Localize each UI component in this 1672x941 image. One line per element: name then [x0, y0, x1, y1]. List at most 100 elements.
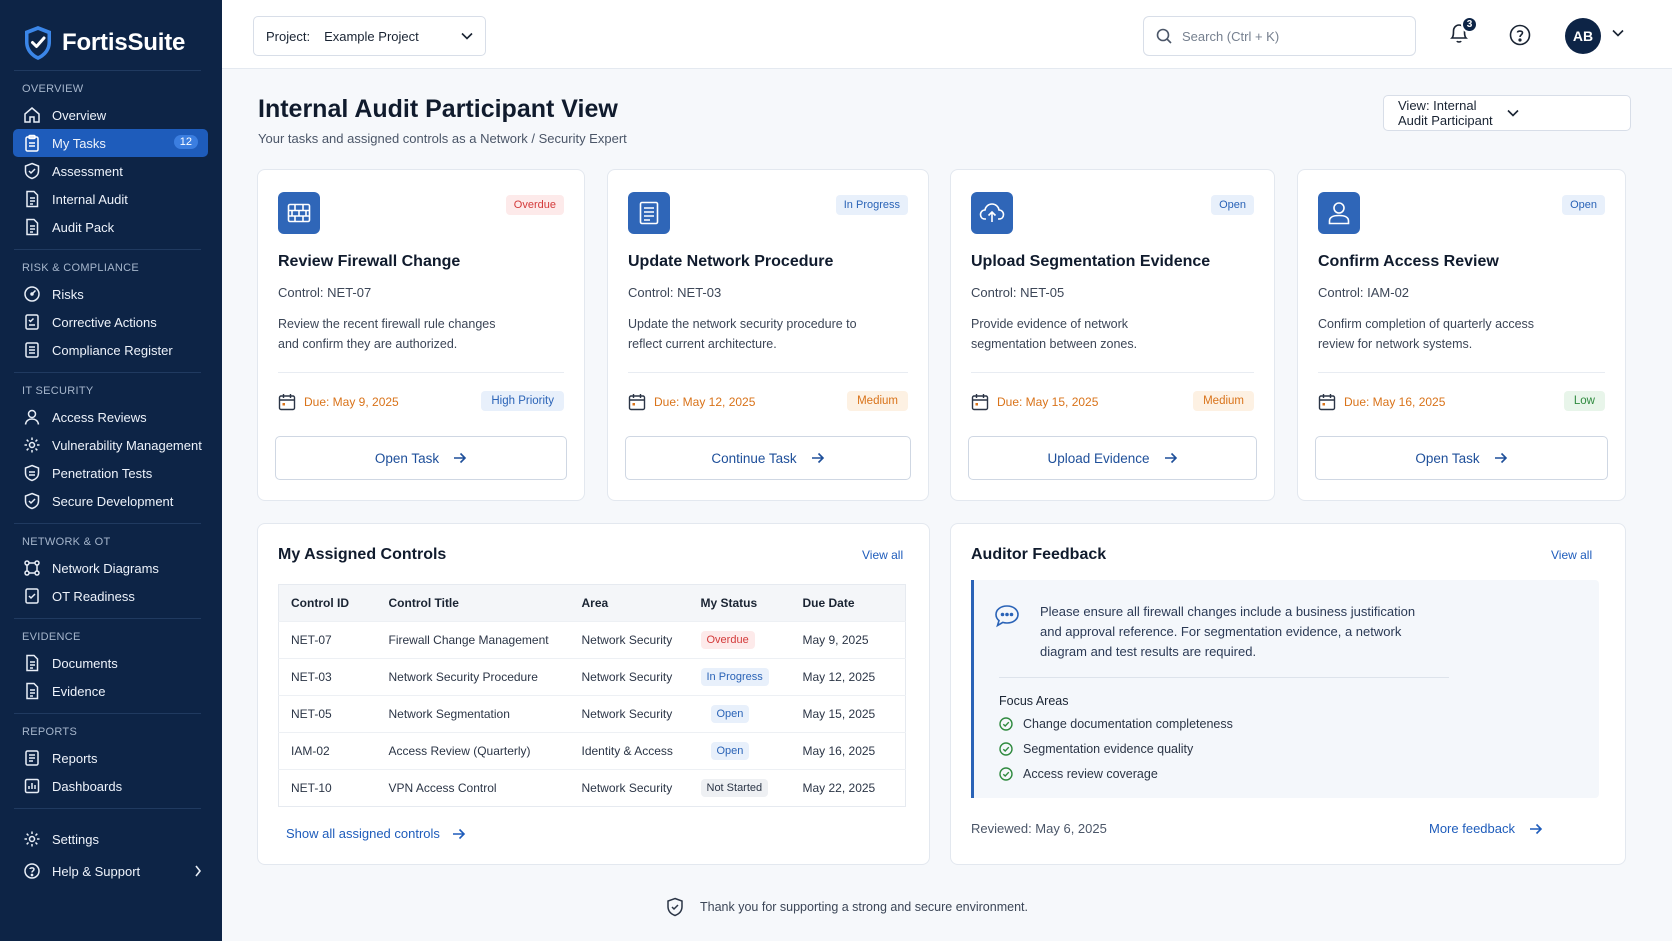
table-row[interactable]: NET-05 Network Segmentation Network Secu… [278, 695, 906, 733]
column-header[interactable]: My Status [692, 584, 791, 622]
sidebar-item-label: Secure Development [52, 493, 174, 509]
task-title: Review Firewall Change [278, 253, 461, 270]
arrow-right-icon [1494, 452, 1508, 464]
home-icon [22, 105, 42, 125]
task-control: Control: NET-07 [278, 285, 372, 300]
view-all-link[interactable]: View all [1551, 548, 1592, 562]
sidebar-item-compliance-register[interactable]: Compliance Register [0, 336, 208, 364]
sidebar-item-access-reviews[interactable]: Access Reviews [0, 403, 208, 431]
controls-table: Control ID Control Title Area My Status … [278, 584, 906, 807]
gauge-icon [22, 284, 42, 304]
continue-task-button[interactable]: Continue Task [625, 436, 911, 480]
sidebar-item-network-diagrams[interactable]: Network Diagrams [0, 554, 208, 582]
due-date: May 15, 2025 [790, 695, 906, 733]
sidebar-item-label: My Tasks [52, 135, 106, 151]
priority-badge: Medium [1193, 391, 1254, 411]
sidebar-item-internal-audit[interactable]: Internal Audit [0, 185, 208, 213]
sidebar-item-my-tasks[interactable]: My Tasks 12 [13, 129, 208, 157]
focus-item-label: Access review coverage [1023, 767, 1158, 781]
sidebar-item-overview[interactable]: Overview [0, 101, 208, 129]
page-title: Internal Audit Participant View [258, 95, 618, 123]
chat-bubble-icon [994, 604, 1020, 628]
dashboard-icon [22, 776, 42, 796]
task-description: Confirm completion of quarterly access r… [1318, 317, 1535, 351]
table-row[interactable]: NET-10 VPN Access Control Network Securi… [278, 769, 906, 807]
due-date: May 22, 2025 [790, 769, 906, 807]
sidebar-item-documents[interactable]: Documents [0, 649, 208, 677]
due-date-text: Due: May 12, 2025 [654, 395, 756, 409]
control-area: Network Security [569, 769, 693, 807]
sidebar-item-risks[interactable]: Risks [0, 280, 208, 308]
search-icon [1156, 28, 1172, 44]
sidebar-item-label: Reports [52, 750, 98, 766]
view-all-link[interactable]: View all [862, 548, 903, 562]
due-date: May 16, 2025 [790, 732, 906, 770]
document-icon [22, 189, 42, 209]
project-selector[interactable]: Project: Example Project [253, 16, 486, 56]
section-risk: RISK & COMPLIANCE [22, 262, 139, 274]
control-id: NET-03 [278, 658, 377, 696]
help-circle-icon[interactable] [1509, 24, 1531, 46]
column-header[interactable]: Due Date [790, 584, 906, 622]
link-label: More feedback [1429, 821, 1515, 836]
divider [628, 372, 908, 373]
more-feedback-link[interactable]: More feedback [1429, 821, 1543, 836]
search-input[interactable] [1182, 28, 1382, 44]
logo[interactable]: FortisSuite [0, 0, 222, 70]
sidebar-item-corrective-actions[interactable]: Corrective Actions [0, 308, 208, 336]
status-badge: Open [1211, 195, 1254, 215]
open-task-button[interactable]: Open Task [1315, 436, 1608, 480]
control-area: Network Security [569, 695, 693, 733]
control-id: IAM-02 [278, 732, 377, 770]
help-circle-icon [22, 861, 42, 881]
table-row[interactable]: NET-03 Network Security Procedure Networ… [278, 658, 906, 696]
button-label: Continue Task [711, 450, 797, 466]
status-cell: In Progress [692, 658, 791, 696]
project-label: Project: [266, 28, 311, 44]
search-box[interactable] [1143, 16, 1416, 56]
calendar-icon [971, 393, 989, 411]
chevron-down-icon[interactable] [1612, 29, 1624, 37]
divider [999, 677, 1449, 678]
sidebar-item-evidence[interactable]: Evidence [0, 677, 208, 705]
section-network-ot: NETWORK & OT [22, 536, 111, 548]
register-icon [22, 340, 42, 360]
sidebar-item-label: OT Readiness [52, 588, 135, 604]
upload-evidence-button[interactable]: Upload Evidence [968, 436, 1257, 480]
section-reports: REPORTS [22, 726, 78, 738]
column-header[interactable]: Area [569, 584, 693, 622]
status-badge: Open [710, 742, 750, 760]
avatar[interactable]: AB [1565, 18, 1601, 54]
table-row[interactable]: NET-07 Firewall Change Management Networ… [278, 621, 906, 659]
show-all-controls-link[interactable]: Show all assigned controls [286, 826, 466, 841]
panel-title: Auditor Feedback [971, 546, 1107, 563]
feedback-quote: Please ensure all firewall changes inclu… [1040, 604, 1416, 659]
sidebar-item-assessment[interactable]: Assessment [0, 157, 208, 185]
button-label: Open Task [374, 450, 440, 466]
task-card: Overdue Review Firewall Change Control: … [257, 169, 585, 501]
sidebar-item-settings[interactable]: Settings [0, 823, 208, 855]
task-card: Open Confirm Access Review Control: IAM-… [1297, 169, 1626, 501]
control-title: Firewall Change Management [376, 621, 570, 659]
open-task-button[interactable]: Open Task [275, 436, 567, 480]
sidebar-item-label: Settings [52, 831, 99, 847]
control-title: Access Review (Quarterly) [376, 732, 570, 770]
sidebar-item-label: Penetration Tests [52, 465, 153, 481]
sidebar-item-reports[interactable]: Reports [0, 744, 208, 772]
sidebar-item-help-support[interactable]: Help & Support [0, 855, 208, 887]
sidebar-item-dashboards[interactable]: Dashboards [0, 772, 208, 800]
task-description: Review the recent firewall rule changes … [278, 317, 496, 351]
divider [971, 372, 1254, 373]
sidebar-item-secure-development[interactable]: Secure Development [0, 487, 208, 515]
sidebar-item-vulnerability-management[interactable]: Vulnerability Management [0, 431, 208, 459]
column-header[interactable]: Control Title [376, 584, 570, 622]
view-selector[interactable]: View: Internal Audit Participant [1383, 95, 1631, 131]
status-cell: Open [692, 732, 791, 770]
table-row[interactable]: IAM-02 Access Review (Quarterly) Identit… [278, 732, 906, 770]
column-header[interactable]: Control ID [278, 584, 377, 622]
sidebar-item-audit-pack[interactable]: Audit Pack [0, 213, 208, 241]
sidebar-item-ot-readiness[interactable]: OT Readiness [0, 582, 208, 610]
check-circle-icon [999, 717, 1013, 731]
sidebar-item-penetration-tests[interactable]: Penetration Tests [0, 459, 208, 487]
status-cell: Open [692, 695, 791, 733]
